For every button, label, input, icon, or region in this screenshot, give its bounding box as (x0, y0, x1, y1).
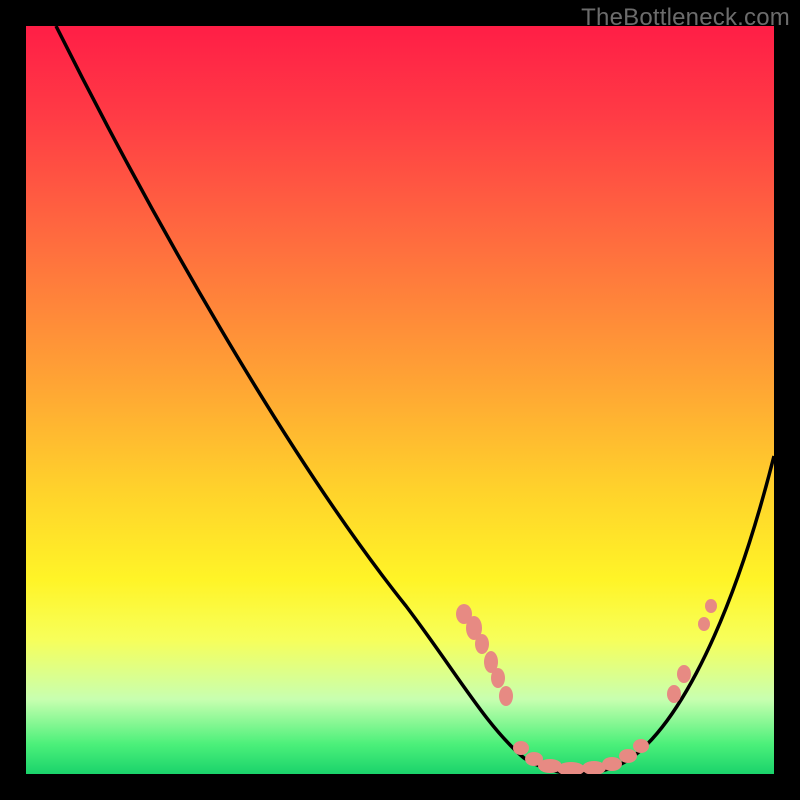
watermark-text: TheBottleneck.com (581, 4, 790, 32)
plot-area (26, 26, 774, 774)
right-dot-cluster (667, 599, 717, 703)
chart-frame: TheBottleneck.com (0, 0, 800, 800)
curve-path (56, 26, 774, 774)
bottom-dot-cluster (513, 739, 649, 774)
bottleneck-curve (26, 26, 774, 774)
